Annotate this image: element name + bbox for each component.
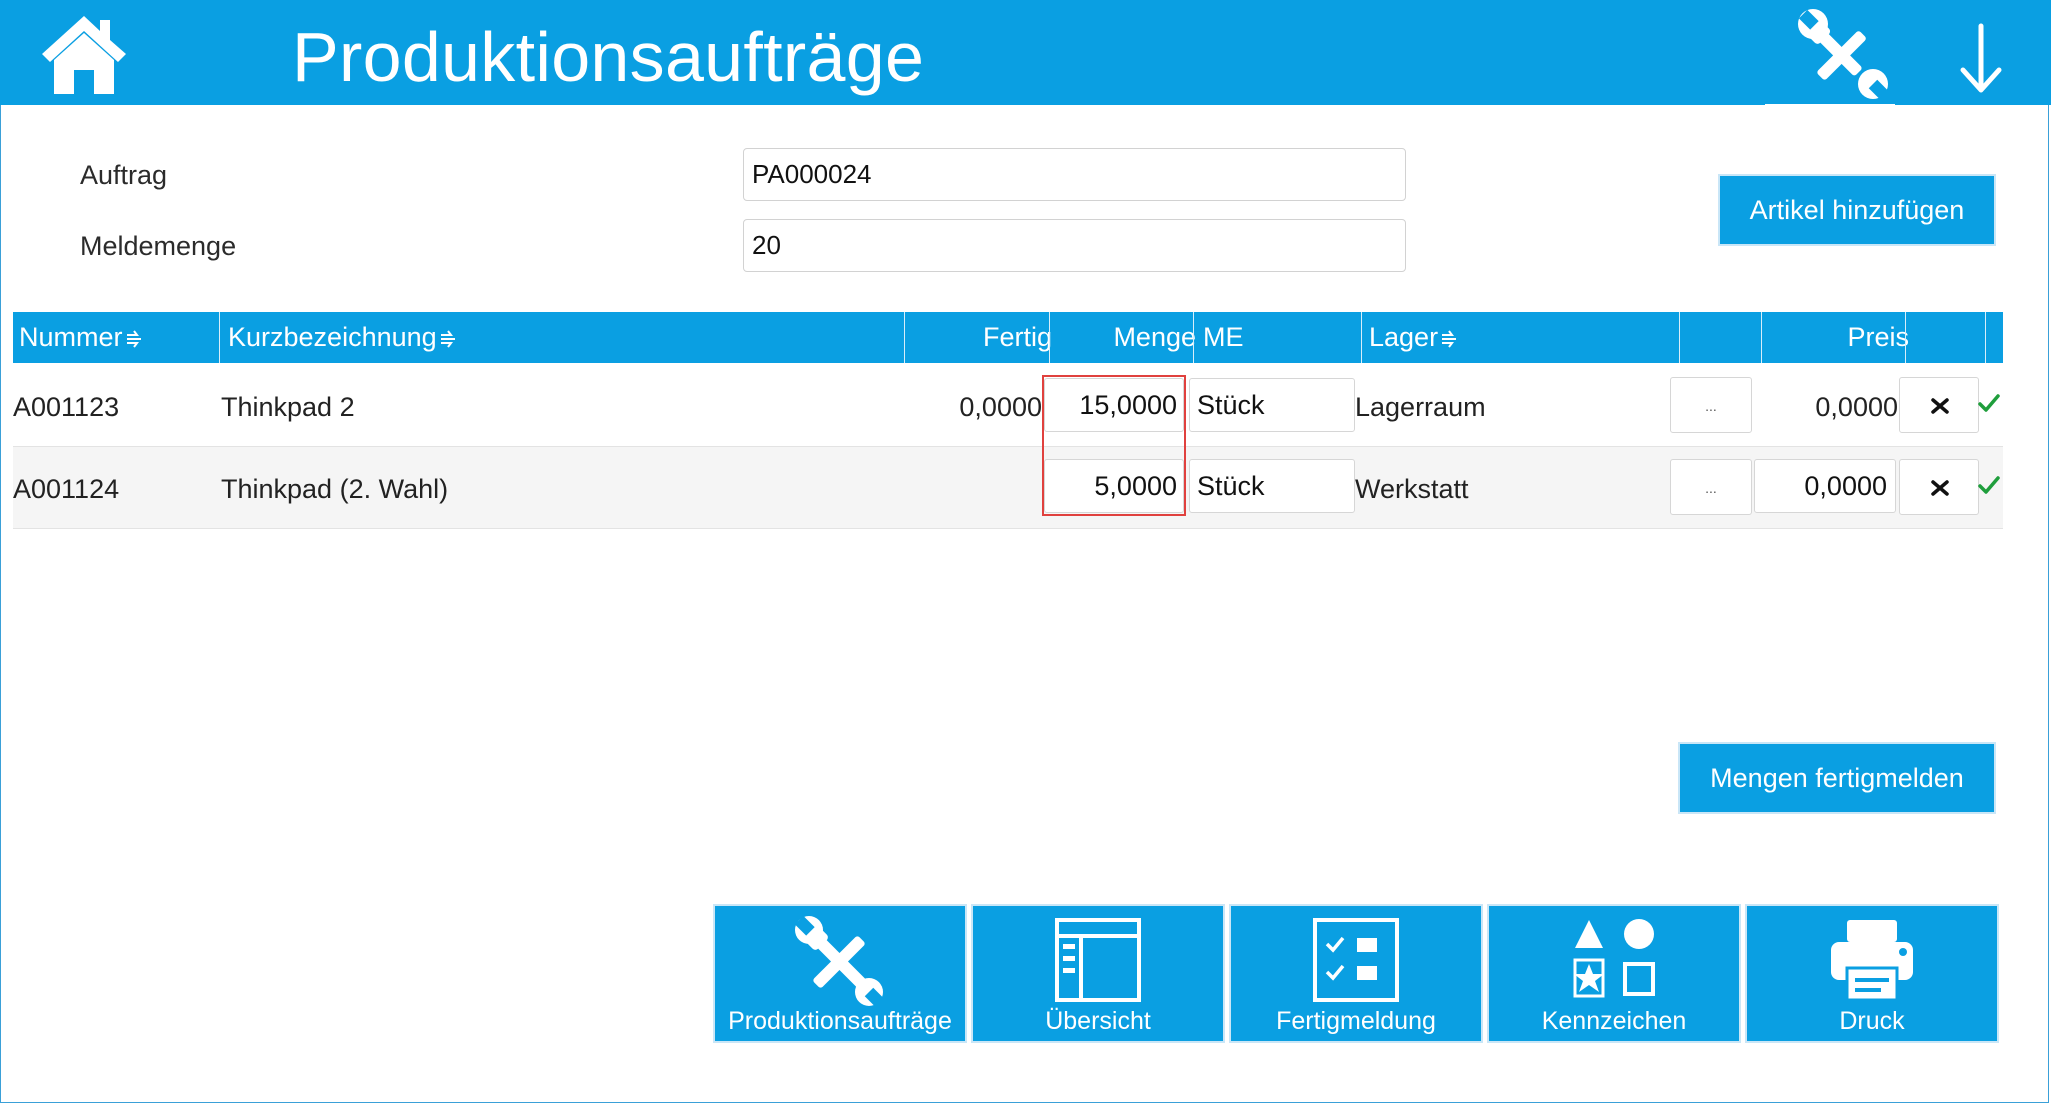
nav-tile-label: Übersicht [1045, 1007, 1151, 1035]
cell-nummer: A001123 [13, 392, 120, 422]
column-header-lager[interactable]: Lager [1369, 312, 1458, 363]
more-options-button[interactable]: ... [1670, 377, 1752, 433]
home-icon [42, 16, 126, 94]
column-separator [219, 312, 220, 363]
checkmark-icon [1978, 476, 2000, 494]
close-icon [1931, 480, 1949, 496]
column-separator [1361, 312, 1362, 363]
delete-row-button[interactable] [1899, 459, 1979, 515]
more-options-button[interactable]: ... [1670, 459, 1752, 515]
sort-icon [1442, 330, 1457, 348]
scroll-down-button[interactable] [1955, 20, 2007, 96]
tools-icon [794, 915, 885, 1006]
meldemenge-label: Meldemenge [80, 231, 237, 261]
nav-tile-kennzeichen[interactable]: Kennzeichen [1489, 906, 1739, 1041]
add-article-button[interactable]: Artikel hinzufügen [1720, 176, 1994, 244]
report-quantities-button[interactable]: Mengen fertigmelden [1680, 744, 1994, 812]
cell-lager: Werkstatt [1355, 474, 1469, 504]
nav-tile-fertigmeldung[interactable]: Fertigmeldung [1231, 906, 1481, 1041]
me-select[interactable]: Stück [1189, 459, 1355, 513]
column-header-me[interactable]: ME [1203, 312, 1244, 363]
sort-icon [126, 330, 141, 348]
header-bar: Produktionsaufträge [0, 0, 2051, 106]
home-button[interactable] [38, 10, 130, 96]
column-header-menge[interactable]: Menge [1050, 312, 1202, 363]
cell-fertig: 0,0000 [959, 392, 1042, 422]
meldemenge-input[interactable] [743, 219, 1406, 272]
header-divider [1765, 104, 1895, 106]
cell-kurzbezeichnung: Thinkpad 2 [221, 392, 355, 422]
column-header-nummer[interactable]: Nummer [19, 312, 143, 363]
tools-icon [1798, 9, 1889, 100]
nav-tile-druck[interactable]: Druck [1747, 906, 1997, 1041]
shapes-icon [1573, 919, 1655, 998]
overview-icon [1055, 918, 1141, 1002]
cell-preis: 0,0000 [1815, 392, 1898, 422]
close-icon [1931, 398, 1949, 414]
table-header: Nummer Kurzbezeichnung Fertig Menge ME L… [13, 312, 2003, 363]
column-separator [1679, 312, 1680, 363]
menge-input[interactable]: 5,0000 [1044, 459, 1184, 513]
tools-button[interactable] [1795, 6, 1891, 102]
cell-kurzbezeichnung: Thinkpad (2. Wahl) [221, 474, 449, 504]
column-header-preis[interactable]: Preis [1762, 312, 1917, 363]
preis-input[interactable]: 0,0000 [1754, 459, 1896, 513]
column-separator [1905, 312, 1906, 363]
nav-tile-label: Kennzeichen [1541, 1007, 1687, 1035]
sort-icon [440, 330, 455, 348]
checkmark-icon [1978, 394, 2000, 412]
nav-tile-label: Druck [1839, 1007, 1905, 1035]
checklist-icon [1313, 918, 1399, 1002]
row-divider [13, 528, 2003, 529]
delete-row-button[interactable] [1899, 377, 1979, 433]
auftrag-label: Auftrag [80, 160, 168, 190]
cell-lager: Lagerraum [1355, 392, 1486, 422]
arrow-down-icon [1960, 23, 2002, 93]
column-separator [1193, 312, 1194, 363]
nav-tile-produktionsauftraege[interactable]: Produktionsaufträge [715, 906, 965, 1041]
menge-input[interactable]: 15,0000 [1044, 378, 1184, 432]
nav-tile-uebersicht[interactable]: Übersicht [973, 906, 1223, 1041]
printer-icon [1831, 920, 1913, 1002]
nav-tile-label: Fertigmeldung [1276, 1007, 1436, 1035]
column-header-kurzbezeichnung[interactable]: Kurzbezeichnung [228, 312, 457, 363]
auftrag-input[interactable] [743, 148, 1406, 201]
nav-tile-label: Produktionsaufträge [728, 1007, 952, 1035]
column-separator [1985, 312, 1986, 363]
cell-nummer: A001124 [13, 474, 120, 504]
column-header-fertig[interactable]: Fertig [905, 312, 1058, 363]
me-select[interactable]: Stück [1189, 378, 1355, 432]
page-title: Produktionsaufträge [292, 18, 925, 96]
